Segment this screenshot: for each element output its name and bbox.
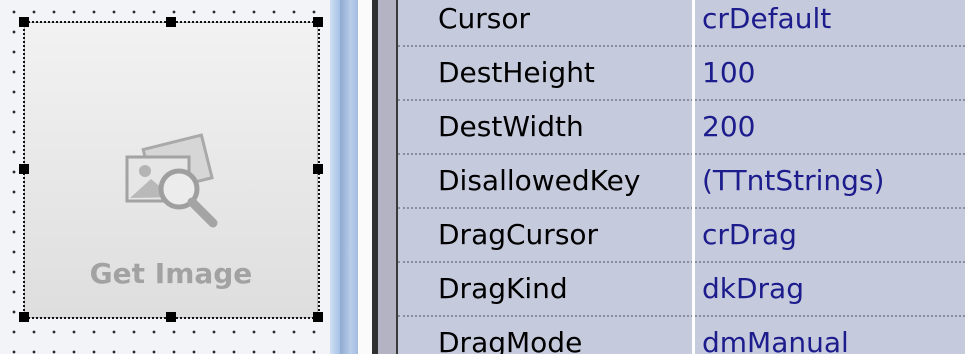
property-value[interactable]: crDrag: [702, 209, 797, 261]
property-row-dragkind[interactable]: DragKind dkDrag: [398, 263, 965, 317]
property-row-cursor[interactable]: Cursor crDefault: [398, 0, 965, 47]
property-name: DragKind: [438, 272, 568, 305]
get-image-button[interactable]: Get Image: [24, 22, 318, 318]
splitter-bar[interactable]: [340, 0, 358, 354]
resize-handle-middle-left[interactable]: [19, 164, 29, 174]
property-name: DestWidth: [438, 110, 584, 143]
property-row-destwidth[interactable]: DestWidth 200: [398, 101, 965, 155]
property-name: DisallowedKey: [438, 164, 641, 197]
property-row-destheight[interactable]: DestHeight 100: [398, 47, 965, 101]
resize-handle-bottom-center[interactable]: [166, 312, 176, 322]
property-value[interactable]: 200: [702, 101, 755, 153]
property-value[interactable]: dkDrag: [702, 263, 804, 315]
property-value[interactable]: 100: [702, 47, 755, 99]
form-designer-canvas[interactable]: Get Image: [0, 0, 330, 354]
property-name: DragMode: [438, 326, 583, 354]
column-divider[interactable]: [692, 0, 695, 354]
image-search-icon: [121, 127, 231, 241]
inspector-gutter: [378, 0, 398, 354]
property-name: DragCursor: [438, 218, 599, 251]
resize-handle-top-center[interactable]: [166, 17, 176, 27]
splitter-highlight: [330, 0, 340, 354]
resize-handle-middle-right[interactable]: [313, 164, 323, 174]
resize-handle-top-right[interactable]: [313, 17, 323, 27]
property-value[interactable]: (TTntStrings): [702, 155, 884, 207]
resize-handle-top-left[interactable]: [19, 17, 29, 27]
property-name: DestHeight: [438, 56, 595, 89]
resize-handle-bottom-right[interactable]: [313, 312, 323, 322]
property-value[interactable]: dmManual: [702, 317, 849, 354]
property-row-disallowedkey[interactable]: DisallowedKey (TTntStrings): [398, 155, 965, 209]
resize-handle-bottom-left[interactable]: [19, 312, 29, 322]
get-image-label: Get Image: [89, 257, 253, 290]
object-inspector-grid[interactable]: Cursor crDefault DestHeight 100 DestWidt…: [398, 0, 965, 354]
property-value[interactable]: crDefault: [702, 0, 831, 45]
property-row-dragmode[interactable]: DragMode dmManual: [398, 317, 965, 354]
property-name: Cursor: [438, 2, 531, 35]
property-row-dragcursor[interactable]: DragCursor crDrag: [398, 209, 965, 263]
splitter-gap: [358, 0, 372, 354]
